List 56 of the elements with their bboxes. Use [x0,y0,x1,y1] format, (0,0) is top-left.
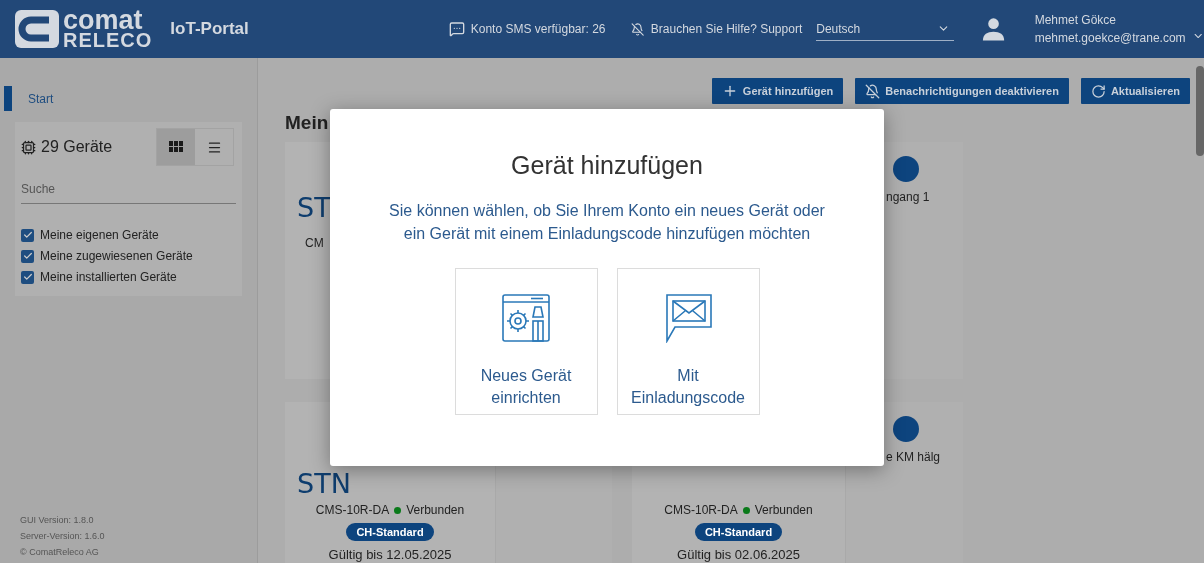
dialog-title: Gerät hinzufügen [511,150,703,181]
device-title: ST [297,193,331,221]
grid-icon [169,141,183,153]
plan-badge: CH-Standard [346,523,434,541]
footer-text: Server-Version: 1.6.0 [20,530,106,543]
option-tile[interactable]: Mit Einladungscode [616,267,760,415]
validity-text: Gültig bis 12.05.2025 [328,546,452,563]
user-name: Mehmet Gökce [1034,12,1118,29]
page-heading: Mein [285,111,330,135]
plan-badge: CH-Standard [694,523,783,541]
device-icon [21,139,36,155]
option-tile[interactable]: Neues Gerät einrichten [454,267,598,415]
bell-off-icon [630,21,644,37]
status-text: Verbunden [406,502,465,519]
check-icon [22,230,33,240]
language-select[interactable]: Deutsch [816,17,954,41]
sms-credit: Konto SMS verfügbar: 26 [470,21,606,38]
grid-view-button[interactable] [157,129,195,165]
validity-text: Gültig bis 02.06.2025 [677,546,800,563]
device-title: STN [297,469,351,497]
checkbox[interactable] [21,228,34,242]
refresh-icon [1090,83,1106,99]
device-count: 29 Geräte [41,137,113,157]
logo-icon [15,10,59,48]
support-link[interactable]: Brauchen Sie Hilfe? Support [650,20,803,38]
logo-text: comat [63,9,143,31]
footer-text: © ComatReleco AG [20,546,100,559]
status-text: Verbunden [754,502,813,519]
check-icon [22,272,33,282]
bell-off-icon [865,83,881,99]
search-field[interactable]: Suche [21,174,236,204]
checkbox[interactable] [21,249,34,263]
device-model: CM [304,235,325,252]
device-model: CMS-10R-DA [315,502,390,519]
checkbox[interactable] [21,270,34,284]
filter-option[interactable]: Meine installierten Geräte [21,268,236,286]
toolbar-button[interactable]: Aktualisieren [1080,78,1190,104]
avatar-icon [981,16,1005,42]
device-model: CMS-10R-DA [664,502,738,519]
footer-text: GUI Version: 1.8.0 [20,514,95,527]
filter-option[interactable]: Meine zugewiesenen Geräte [21,247,236,265]
app-name: IoT-Portal [170,18,249,41]
chat-icon [448,21,465,37]
gear-tools-icon [501,292,551,343]
input-label: e KM hälg [886,449,942,466]
user-email: mehmet.goekce@trane.com [1034,30,1186,47]
toolbar-button[interactable]: Gerät hinzufügen [711,78,844,104]
list-icon [206,139,222,155]
filter-option[interactable]: Meine eigenen Geräte [21,226,236,244]
envelope-message-icon [663,292,713,343]
input-label: ngang 1 [886,189,931,206]
toolbar-button[interactable]: Benachrichtigungen deaktivieren [855,78,1069,104]
check-icon [22,251,33,261]
logo-subtext: RELECO [63,31,153,49]
dialog-description: Sie können wählen, ob Sie Ihrem Konto ein neues Gerät oder ein Gerät mit einem Einladungscode hinzufügen möchten [388,200,826,244]
scrollbar[interactable] [1196,66,1204,156]
